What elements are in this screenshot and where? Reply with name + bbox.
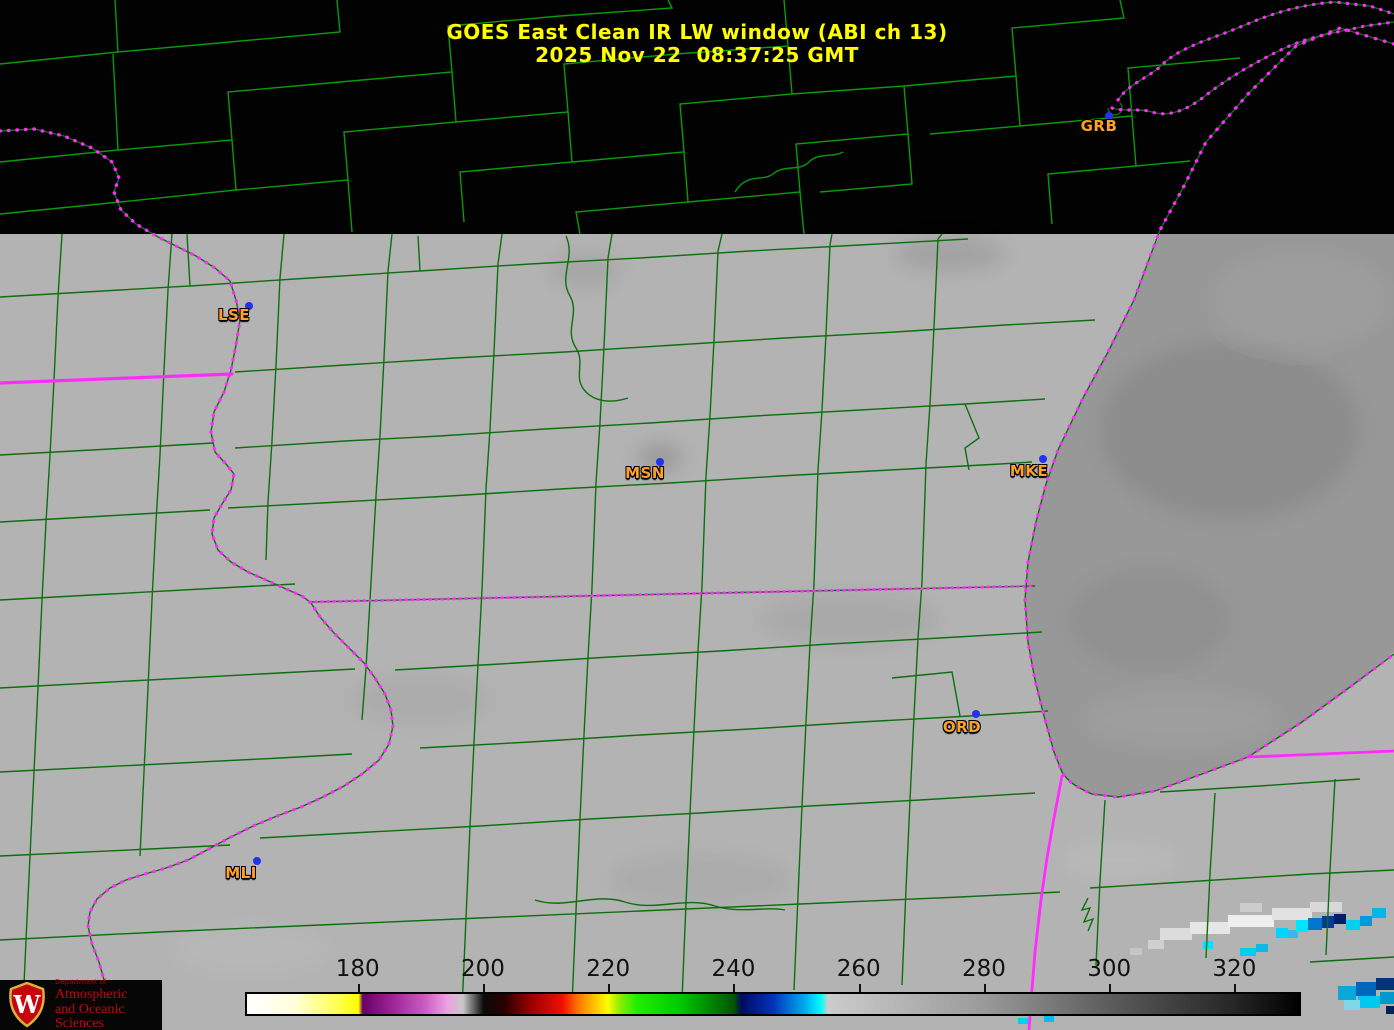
station-label-msn: MSN xyxy=(625,464,665,482)
satellite-image-viewport: GOES East Clean IR LW window (ABI ch 13)… xyxy=(0,0,1394,1030)
colorbar-tick xyxy=(1109,984,1112,992)
colorbar-tick-label: 300 xyxy=(1087,956,1132,982)
logo-text: Department of Atmospheric and Oceanic Sc… xyxy=(55,979,162,1030)
station-dot-ord xyxy=(972,710,980,718)
logo-dept-line: Department of xyxy=(55,978,107,986)
colorbar-tick xyxy=(733,984,736,992)
colorbar-tick xyxy=(858,984,861,992)
uw-crest-icon: W xyxy=(9,982,45,1028)
colorbar-tick-label: 280 xyxy=(961,956,1006,982)
colorbar-tick xyxy=(983,984,986,992)
logo-name-line-2: and Oceanic Sciences xyxy=(55,1002,125,1030)
station-label-ord: ORD xyxy=(942,718,982,736)
colorbar-tick-label: 240 xyxy=(711,956,756,982)
title-line-2: 2025 Nov 22 08:37:25 GMT xyxy=(535,43,859,67)
colorbar-tick xyxy=(482,984,485,992)
title-line-1: GOES East Clean IR LW window (ABI ch 13) xyxy=(446,20,948,44)
colorbar-tick xyxy=(608,984,611,992)
station-label-mke: MKE xyxy=(1009,462,1049,480)
colorbar-tick-label: 180 xyxy=(335,956,380,982)
colorbar-tick xyxy=(357,984,360,992)
colorbar-tick-label: 200 xyxy=(460,956,505,982)
colorbar-tick-label: 260 xyxy=(836,956,881,982)
image-title: GOES East Clean IR LW window (ABI ch 13)… xyxy=(446,21,947,67)
station-label-grb: GRB xyxy=(1080,117,1118,135)
temperature-colorbar xyxy=(245,992,1301,1016)
logo-name-line-1: Atmospheric xyxy=(55,987,128,1002)
aos-logo: W Department of Atmospheric and Oceanic … xyxy=(0,979,162,1030)
station-label-mli: MLI xyxy=(225,864,257,882)
satellite-map xyxy=(0,0,1394,1030)
colorbar-tick xyxy=(1234,984,1237,992)
station-label-lse: LSE xyxy=(217,306,251,324)
crest-letter: W xyxy=(13,990,42,1019)
colorbar-tick-label: 220 xyxy=(586,956,631,982)
colorbar-tick-label: 320 xyxy=(1212,956,1257,982)
